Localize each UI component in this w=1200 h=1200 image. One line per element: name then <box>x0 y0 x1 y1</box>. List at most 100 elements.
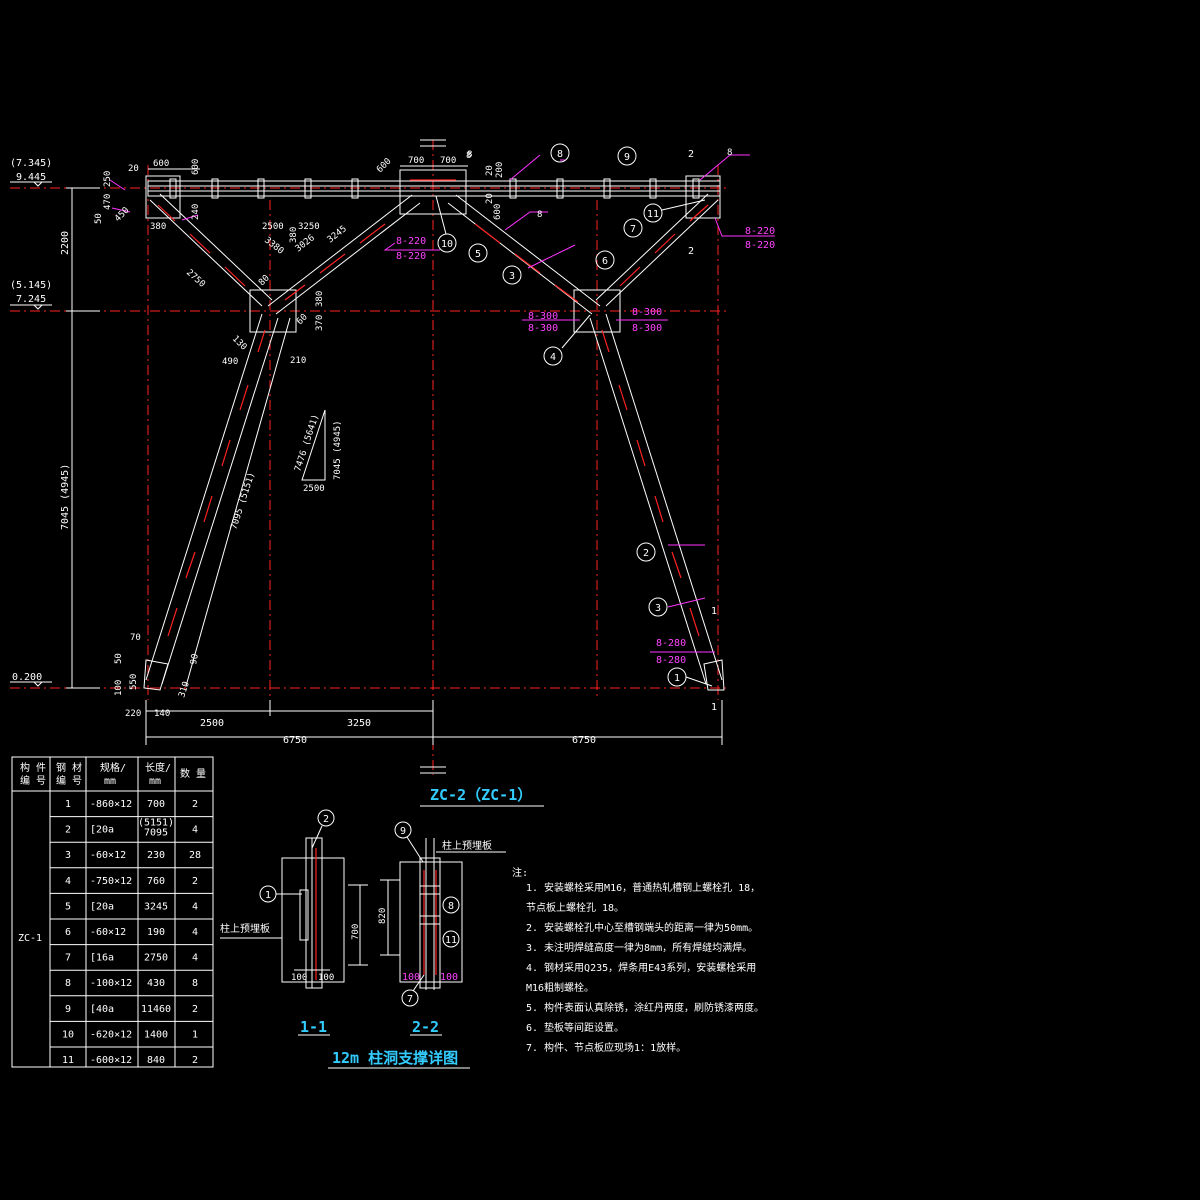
svg-text:700: 700 <box>351 924 361 940</box>
svg-text:70: 70 <box>130 633 141 643</box>
svg-text:8: 8 <box>537 210 542 220</box>
table-cell-len: 840 <box>147 1055 165 1066</box>
table-member-id: ZC-1 <box>18 933 42 944</box>
svg-text:8-220: 8-220 <box>396 236 426 247</box>
section-1-1: 2 1 柱上预埋板 700 100 100 1-1 <box>220 809 368 1036</box>
svg-text:380: 380 <box>150 222 166 232</box>
table-cell-spec: [40a <box>90 1004 114 1015</box>
note-line: 4. 钢材采用Q235，焊条用E43系列，安装螺栓采用 <box>526 961 756 974</box>
svg-text:370: 370 <box>315 315 325 331</box>
svg-text:11: 11 <box>445 935 457 946</box>
svg-text:10: 10 <box>441 239 453 250</box>
svg-text:2: 2 <box>323 814 329 825</box>
table-cell-no: 7 <box>65 953 71 964</box>
svg-text:3250: 3250 <box>298 222 320 232</box>
table-cell-qty: 1 <box>192 1029 198 1040</box>
table-cell-spec: -620×12 <box>90 1029 132 1040</box>
table-cell-spec: [20a <box>90 825 114 836</box>
table-cell-qty: 28 <box>189 850 201 861</box>
svg-text:长度/: 长度/ <box>145 761 171 774</box>
hdim-3250: 3250 <box>347 718 371 729</box>
svg-text:200: 200 <box>495 162 505 178</box>
svg-text:20: 20 <box>128 164 139 174</box>
section-2-2-title: 2-2 <box>412 1018 439 1036</box>
table-cell-len: 230 <box>147 850 165 861</box>
hdim-6750-left: 6750 <box>283 735 307 746</box>
table-cell-spec: -100×12 <box>90 978 132 989</box>
svg-text:450: 450 <box>113 206 132 225</box>
svg-text:600: 600 <box>493 204 503 220</box>
svg-text:600: 600 <box>191 159 201 175</box>
svg-text:60: 60 <box>295 312 310 327</box>
elev-2-upper: (5.145) <box>10 280 52 291</box>
svg-text:380: 380 <box>315 291 325 307</box>
svg-text:8-300: 8-300 <box>528 311 558 322</box>
svg-text:11: 11 <box>647 209 659 220</box>
table-cell-spec: -60×12 <box>90 850 126 861</box>
table-cell-len: 11460 <box>141 1004 171 1015</box>
svg-text:140: 140 <box>154 709 170 719</box>
note-line: 7. 构件、节点板应现场1：1放样。 <box>526 1041 686 1054</box>
table-cell-qty: 4 <box>192 953 198 964</box>
svg-text:规格/: 规格/ <box>100 761 126 774</box>
svg-text:20: 20 <box>485 193 495 204</box>
elev-3-lower: 0.200 <box>12 672 42 683</box>
svg-text:220: 220 <box>125 709 141 719</box>
table-cell-no: 8 <box>65 978 71 989</box>
svg-text:7045 (4945): 7045 (4945) <box>333 420 343 480</box>
svg-text:2: 2 <box>688 149 694 160</box>
main-view-title: ZC-2（ZC-1） <box>430 786 532 804</box>
table-cell-qty: 4 <box>192 927 198 938</box>
svg-text:7095 (5151): 7095 (5151) <box>229 471 257 531</box>
table-cell-no: 6 <box>65 927 71 938</box>
table-cell-no: 3 <box>65 850 71 861</box>
svg-text:8-220: 8-220 <box>745 226 775 237</box>
table-cell-len: 1400 <box>144 1029 168 1040</box>
table-cell-len: 7095 <box>144 828 168 839</box>
svg-text:8-220: 8-220 <box>396 251 426 262</box>
svg-text:8-300: 8-300 <box>632 307 662 318</box>
note-line: 5. 构件表面认真除锈，涂红丹两度，刷防锈漆两度。 <box>526 1001 764 1014</box>
table-cell-qty: 4 <box>192 825 198 836</box>
svg-text:550: 550 <box>129 674 139 690</box>
svg-text:7: 7 <box>407 994 413 1005</box>
table-cell-spec: [16a <box>90 953 114 964</box>
vdim-7045: 7045 (4945) <box>60 464 71 530</box>
table-cell-len: 3245 <box>144 901 168 912</box>
table-cell-spec: -600×12 <box>90 1055 132 1066</box>
svg-text:820: 820 <box>378 908 388 924</box>
svg-text:100: 100 <box>114 680 124 696</box>
table-cell-spec: [20a <box>90 901 114 912</box>
hdim-2500: 2500 <box>200 718 224 729</box>
svg-text:编 号: 编 号 <box>20 774 46 787</box>
svg-text:8: 8 <box>448 901 454 912</box>
svg-text:2: 2 <box>688 246 694 257</box>
table-cell-no: 5 <box>65 901 71 912</box>
svg-text:100: 100 <box>402 972 420 983</box>
note-line: 6. 垫板等间距设置。 <box>526 1021 624 1034</box>
svg-text:240: 240 <box>191 204 201 220</box>
svg-text:1: 1 <box>711 702 717 713</box>
table-cell-qty: 2 <box>192 799 198 810</box>
svg-text:250: 250 <box>103 171 113 187</box>
svg-text:钢 材: 钢 材 <box>56 761 82 774</box>
svg-text:600: 600 <box>375 157 394 176</box>
main-view-text: (7.345) 9.445 (5.145) 7.245 0.200 2200 7… <box>10 148 775 807</box>
svg-text:310: 310 <box>177 680 192 699</box>
svg-text:2500: 2500 <box>303 484 325 494</box>
table-cell-qty: 2 <box>192 1055 198 1066</box>
table-cell-qty: 8 <box>192 978 198 989</box>
table-cell-spec: -750×12 <box>90 876 132 887</box>
table-cell-no: 11 <box>62 1055 74 1066</box>
note-line: 节点板上螺栓孔 18。 <box>526 901 624 914</box>
svg-text:470: 470 <box>103 194 113 210</box>
table-cell-no: 2 <box>65 825 71 836</box>
svg-text:130: 130 <box>230 334 249 353</box>
elev-1-upper: (7.345) <box>10 158 52 169</box>
table-cell-no: 4 <box>65 876 71 887</box>
section-1-1-title: 1-1 <box>300 1018 327 1036</box>
note-line: 2. 安装螺栓孔中心至槽钢端头的距离一律为50mm。 <box>526 921 758 934</box>
table-cell-spec: -60×12 <box>90 927 126 938</box>
svg-text:8-280: 8-280 <box>656 655 686 666</box>
svg-text:mm: mm <box>149 776 161 787</box>
